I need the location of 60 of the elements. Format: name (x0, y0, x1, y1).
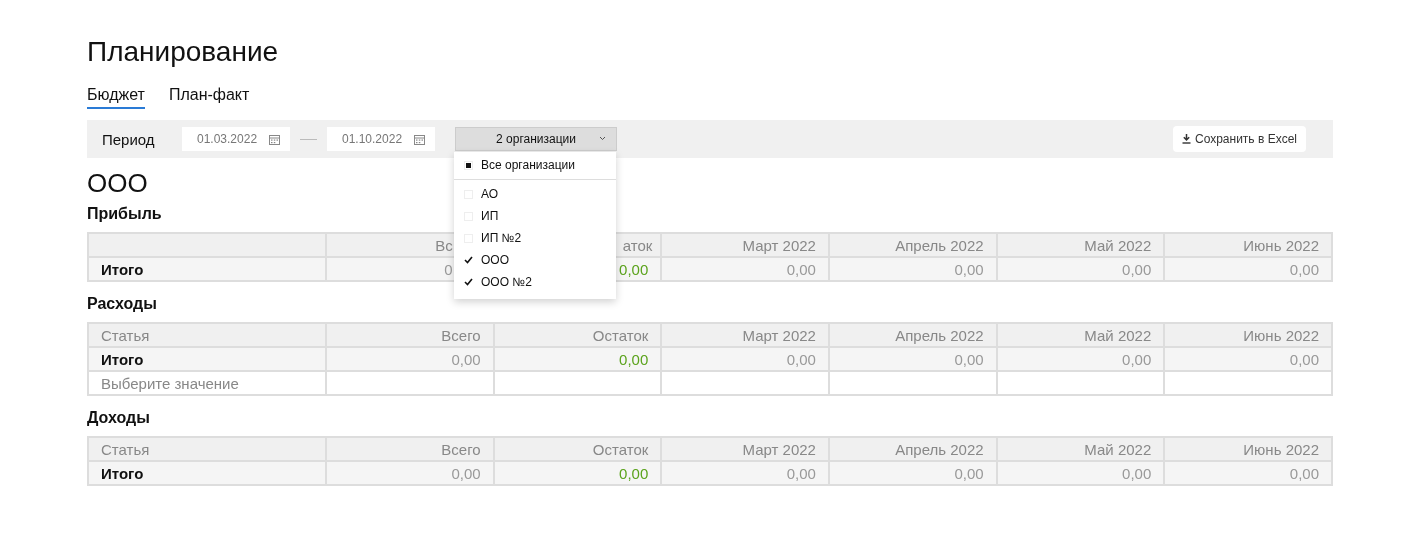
column-header: Остаток (493, 437, 662, 461)
column-header: Март 2022 (661, 323, 829, 347)
checkmark-checkbox[interactable] (464, 277, 473, 287)
column-header: Март 2022 (661, 437, 829, 461)
column-header: Всего (326, 323, 494, 347)
menu-item[interactable]: АО (454, 183, 616, 205)
section-title: Расходы (87, 295, 157, 313)
table-cell: 0,00 (661, 461, 829, 485)
organization-title: ООО (87, 168, 148, 199)
caret-icon (599, 136, 606, 141)
table-cell: 0,00 (493, 347, 662, 371)
column-header: Май 2022 (996, 437, 1165, 461)
calendar-icon (414, 133, 425, 145)
organization-select[interactable]: 2 организации (455, 127, 617, 151)
column-header: Статья (88, 323, 326, 347)
column-header: Июнь 2022 (1164, 323, 1332, 347)
column-header: Апрель 2022 (828, 233, 997, 257)
partial-checkbox[interactable] (464, 160, 473, 170)
column-header: Июнь 2022 (1164, 437, 1332, 461)
menu-item[interactable]: ИП (454, 205, 616, 227)
table-cell: Итого (88, 461, 326, 485)
table-cell: 0,00 (1164, 461, 1332, 485)
table-cell: 0,00 (828, 257, 997, 281)
column-header: Май 2022 (996, 323, 1165, 347)
column-header: Всего (326, 437, 494, 461)
table-cell: 0,00 (661, 347, 829, 371)
table-cell: 0,00 (828, 461, 997, 485)
placeholder-text[interactable]: Выберите значение (88, 371, 326, 395)
table-cell: 0,00 (326, 347, 494, 371)
tab[interactable]: Бюджет (87, 86, 145, 109)
date-field[interactable]: 01.03.2022 (182, 127, 290, 151)
table-cell: 0,00 (996, 257, 1165, 281)
download-icon (1181, 134, 1191, 144)
column-header: Май 2022 (996, 233, 1165, 257)
column-header: Остаток (493, 323, 662, 347)
section-title: Прибыль (87, 205, 162, 223)
table-cell: 0,00 (828, 347, 997, 371)
column-header: Статья (88, 437, 326, 461)
table-cell: 0,00 (661, 257, 829, 281)
menu-item[interactable]: Все организации (454, 154, 616, 176)
column-header: Июнь 2022 (1164, 233, 1332, 257)
column-header: Апрель 2022 (828, 437, 997, 461)
table-cell: 0,00 (1164, 257, 1332, 281)
calendar-icon (269, 133, 280, 145)
table-cell: 0,00 (493, 461, 662, 485)
section-title: Доходы (87, 409, 150, 427)
checkmark-checkbox[interactable] (464, 255, 473, 265)
save-excel-button[interactable]: Сохранить в Excel (1172, 126, 1306, 152)
table-cell: 0,00 (996, 461, 1165, 485)
period-label: Период (102, 130, 156, 148)
column-header: Март 2022 (661, 233, 829, 257)
table-cell: 0,00 (326, 461, 494, 485)
column-header: Апрель 2022 (828, 323, 997, 347)
tab[interactable]: План-факт (168, 86, 250, 109)
table-cell: 0,00 (1164, 347, 1332, 371)
table-cell: 0,00 (996, 347, 1165, 371)
table-cell: Итого (88, 347, 326, 371)
date-field[interactable]: 01.10.2022 (327, 127, 435, 151)
page-title: Планирование (87, 36, 280, 68)
table-cell: Итого (88, 257, 326, 281)
